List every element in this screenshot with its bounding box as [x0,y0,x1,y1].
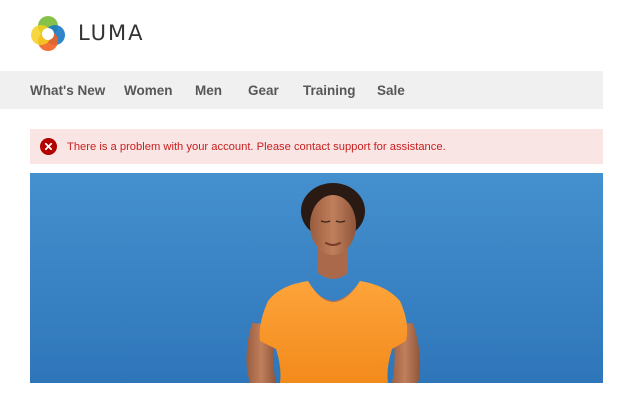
nav-item-gear[interactable]: Gear [248,83,279,98]
nav-item-women[interactable]: Women [124,83,173,98]
error-x-icon [40,138,57,155]
hero-image [30,173,603,383]
error-message-text: There is a problem with your account. Pl… [67,140,446,153]
hero-banner[interactable] [30,173,603,383]
logo-link[interactable]: LUMA [30,15,145,51]
nav-item-training[interactable]: Training [303,83,356,98]
page: LUMA What's New Women Men Gear Training … [0,0,625,400]
logo-text: LUMA [78,21,145,45]
luma-logo-icon [31,16,65,51]
nav-item-whats-new[interactable]: What's New [30,83,105,98]
site-header: LUMA [30,14,145,52]
nav-item-men[interactable]: Men [195,83,222,98]
nav-item-sale[interactable]: Sale [377,83,405,98]
error-message: There is a problem with your account. Pl… [30,129,603,164]
main-navigation: What's New Women Men Gear Training Sale [0,71,603,109]
